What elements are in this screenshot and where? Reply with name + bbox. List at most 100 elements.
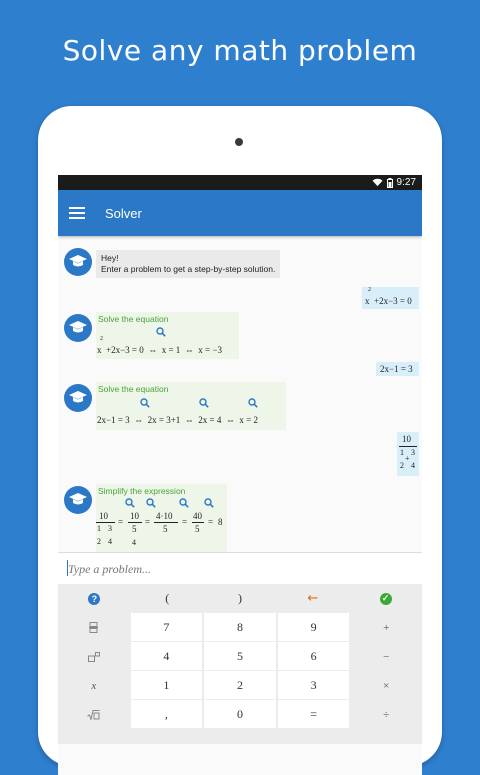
user-expression: x +2x−3 = 0 [365, 296, 412, 306]
key-4[interactable]: 4 [130, 642, 203, 670]
multiply-key[interactable]: × [350, 671, 422, 700]
solution-title: Solve the equation [98, 314, 169, 324]
bot-avatar [64, 486, 92, 514]
fraction-numerator: 10 [130, 511, 139, 521]
fraction-part: 2 [400, 461, 404, 470]
open-paren-key[interactable]: ( [130, 584, 204, 613]
magnifier-icon[interactable] [179, 498, 189, 508]
fraction-line [192, 522, 204, 523]
fraction-part: 2 [97, 537, 101, 546]
magnifier-icon[interactable] [140, 398, 150, 408]
key-6[interactable]: 6 [277, 642, 350, 670]
chat-area[interactable]: Hey! Enter a problem to get a step-by-st… [58, 236, 422, 552]
sqrt-key[interactable] [58, 700, 130, 729]
close-paren-key[interactable]: ) [203, 584, 277, 613]
app-title: Solver [105, 205, 142, 221]
user-expression: 2x−1 = 3 [380, 364, 413, 374]
headline: Solve any math problem [62, 34, 418, 67]
battery-icon [386, 177, 393, 188]
graduation-cap-icon [69, 321, 87, 333]
key-3[interactable]: 3 [277, 671, 350, 699]
user-message[interactable]: 2 x +2x−3 = 0 [362, 287, 419, 309]
key-9[interactable]: 9 [277, 613, 350, 641]
fraction-part: 1 [400, 448, 404, 457]
menu-icon[interactable] [69, 204, 85, 222]
magnifier-icon[interactable] [248, 398, 258, 408]
user-message[interactable]: 2x−1 = 3 [376, 362, 419, 376]
exponent: 2 [368, 287, 371, 293]
comma-key[interactable]: , [130, 700, 203, 728]
status-bar: 9:27 [58, 175, 422, 190]
power-icon [87, 651, 100, 662]
key-1[interactable]: 1 [130, 671, 203, 699]
fraction-denominator: 5 [163, 524, 168, 534]
solve-key[interactable]: ✓ [349, 584, 422, 613]
graduation-cap-icon [69, 493, 87, 505]
math-keyboard: ? ( ) ← ✓ 7 8 9 + 4 5 6 − x 1 2 3 × , 0 … [58, 584, 422, 744]
result-value: 8 [218, 517, 223, 527]
fraction-line [128, 522, 142, 523]
graduation-cap-icon [69, 255, 87, 267]
fraction-line [399, 446, 417, 447]
app-screen: 9:27 Solver Hey! Enter a problem to get … [58, 175, 422, 775]
magnifier-icon[interactable] [199, 398, 209, 408]
equals-sign: = [118, 517, 124, 527]
user-message[interactable]: 10 1 3 + 2 4 [397, 432, 419, 476]
keyboard-top-row: ? ( ) ← ✓ [58, 584, 422, 613]
minus-key[interactable]: − [350, 642, 422, 671]
solution-title: Solve the equation [98, 384, 169, 394]
divide-key[interactable]: ÷ [350, 700, 422, 729]
backspace-key[interactable]: ← [276, 584, 350, 613]
fraction-denominator: 5 [195, 524, 200, 534]
keyboard-row: x 1 2 3 × [58, 671, 422, 700]
key-7[interactable]: 7 [130, 613, 203, 641]
magnifier-icon[interactable] [204, 498, 214, 508]
keyboard-row: , 0 = ÷ [58, 700, 422, 729]
variable-x-key[interactable]: x [58, 671, 130, 700]
solution-expression: x +2x−3 = 0 ⇔ x = 1 ⇔ x = −3 [97, 345, 222, 355]
solution-bubble[interactable]: Solve the equation 2 x +2x−3 = 0 ⇔ x = 1… [96, 312, 239, 359]
fraction-numerator: 10 [99, 511, 108, 521]
fraction-icon [89, 622, 99, 633]
bot-avatar [64, 314, 92, 342]
problem-input[interactable] [66, 559, 400, 579]
equals-key[interactable]: = [277, 700, 350, 728]
magnifier-icon[interactable] [146, 498, 156, 508]
app-bar: Solver [58, 190, 422, 236]
magnifier-icon[interactable] [156, 327, 166, 337]
fraction-line [96, 522, 115, 523]
fraction-denominator: 5 [132, 524, 137, 534]
solution-expression: 2x−1 = 3 ⇔ 2x = 3+1 ⇔ 2x = 4 ⇔ x = 2 [97, 415, 258, 425]
help-key[interactable]: ? [58, 584, 131, 613]
greeting-bubble: Hey! Enter a problem to get a step-by-st… [96, 250, 281, 278]
key-2[interactable]: 2 [204, 671, 276, 699]
bot-avatar [64, 384, 92, 412]
plus-key[interactable]: + [350, 613, 422, 642]
fraction-part: 4 [132, 538, 136, 547]
solution-bubble[interactable]: Solve the equation 2x−1 = 3 ⇔ 2x = 3+1 ⇔… [96, 382, 286, 430]
greeting-line1: Hey! [101, 253, 119, 263]
fraction-part: 4 [108, 537, 112, 546]
fraction-part: 3 [411, 448, 415, 457]
key-5[interactable]: 5 [204, 642, 276, 670]
keyboard-row: 7 8 9 + [58, 613, 422, 642]
fraction-part: 3 [108, 524, 112, 533]
power-key[interactable] [58, 642, 130, 671]
wifi-icon [372, 178, 382, 187]
equals-sign: = [145, 517, 151, 527]
equals-sign: = [208, 517, 214, 527]
graduation-cap-icon [69, 391, 87, 403]
key-0[interactable]: 0 [204, 700, 276, 728]
fraction-line [154, 522, 178, 523]
fraction-numerator: 4·10 [156, 511, 173, 521]
magnifier-icon[interactable] [125, 498, 135, 508]
solution-title: Simplify the expression [98, 486, 186, 496]
problem-input-row[interactable] [58, 552, 422, 584]
solution-bubble[interactable]: Simplify the expression 10 1 3 2 4 = 10 … [96, 484, 227, 552]
greeting-line2: Enter a problem to get a step-by-step so… [101, 264, 276, 274]
key-8[interactable]: 8 [204, 613, 276, 641]
fraction-part: 1 [97, 524, 101, 533]
fraction-key[interactable] [58, 613, 130, 642]
fraction-op: + [405, 454, 410, 463]
help-icon: ? [88, 592, 101, 605]
